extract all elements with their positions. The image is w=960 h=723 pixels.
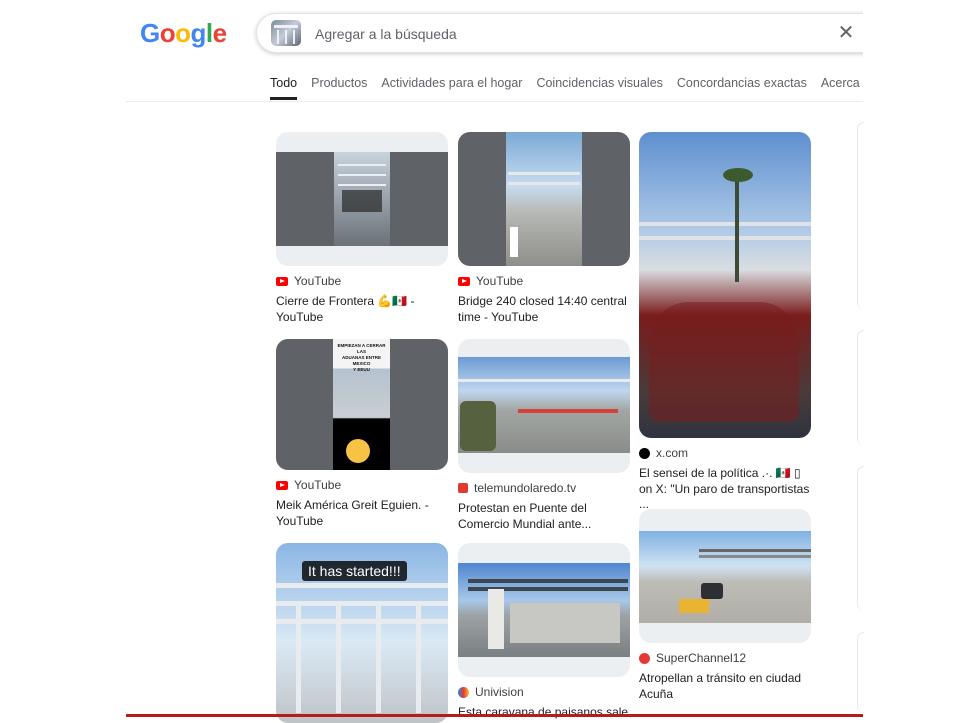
search-image-thumbnail[interactable] — [271, 20, 301, 46]
tab-coincidencias-visuales[interactable]: Coincidencias visuales — [536, 76, 662, 100]
result-card[interactable]: telemundolaredo.tv Protestan en Puente d… — [458, 339, 630, 532]
youtube-icon — [276, 480, 288, 490]
result-thumbnail[interactable] — [458, 339, 630, 473]
result-card[interactable]: EMPIEZAN A CERRAR LAS ADUANAS ENTRE MEXI… — [276, 339, 448, 529]
result-thumbnail[interactable] — [639, 509, 811, 643]
x-icon — [639, 447, 650, 459]
result-title[interactable]: Bridge 240 closed 14:40 central time - Y… — [458, 294, 630, 325]
result-source: SuperChannel12 — [639, 651, 811, 665]
source-name: SuperChannel12 — [656, 651, 747, 665]
youtube-icon — [276, 276, 288, 286]
result-source: YouTube — [276, 274, 448, 288]
search-bar[interactable]: ✕ — [256, 13, 898, 53]
tabs-divider — [126, 101, 863, 102]
result-title[interactable]: Protestan en Puente del Comercio Mundial… — [458, 501, 630, 532]
result-thumbnail[interactable] — [458, 543, 630, 677]
thumbnail-text: EMPIEZAN A CERRAR LAS — [337, 343, 386, 354]
telemundo-icon — [458, 483, 468, 493]
thumbnail-text: ADUANAS ENTRE MEXICO — [341, 355, 381, 366]
bottom-edge-bar — [126, 714, 863, 717]
result-source: Univision — [458, 685, 630, 699]
result-title[interactable]: El sensei de la política .·. 🇲🇽 ▯ on X: … — [639, 466, 811, 513]
result-thumbnail[interactable]: It has started!!! — [276, 543, 448, 723]
google-logo[interactable]: Google — [140, 18, 227, 49]
side-panel-edge — [857, 632, 864, 713]
result-thumbnail[interactable] — [276, 132, 448, 266]
tab-productos[interactable]: Productos — [311, 76, 367, 100]
source-name: YouTube — [294, 274, 342, 288]
thumbnail-text: Y EEUU — [353, 367, 370, 372]
result-card[interactable]: Univision Esta caravana de paisanos sale — [458, 543, 630, 721]
result-thumbnail[interactable]: EMPIEZAN A CERRAR LAS ADUANAS ENTRE MEXI… — [276, 339, 448, 470]
left-gutter — [0, 0, 126, 720]
tab-actividades[interactable]: Actividades para el hogar — [381, 76, 522, 100]
tab-todo[interactable]: Todo — [270, 76, 298, 100]
side-panel-edge — [857, 466, 864, 611]
source-name: x.com — [656, 446, 689, 460]
source-name: YouTube — [476, 274, 524, 288]
tab-acerca[interactable]: Acerca — [821, 76, 860, 100]
result-source: YouTube — [458, 274, 630, 288]
side-panel-edge — [857, 122, 864, 309]
superchannel-icon — [639, 652, 650, 664]
source-name: YouTube — [294, 478, 342, 492]
result-title[interactable]: Atropellan a tránsito en ciudad Acuña — [639, 671, 811, 702]
result-title[interactable]: Cierre de Frontera 💪🇲🇽 - YouTube — [276, 294, 448, 325]
logo-letter: g — [190, 18, 207, 48]
result-thumbnail[interactable] — [639, 132, 811, 438]
result-card[interactable]: x.com El sensei de la política .·. 🇲🇽 ▯ … — [639, 132, 811, 513]
result-source: telemundolaredo.tv — [458, 481, 630, 495]
emoji-icon — [346, 439, 370, 463]
result-card[interactable]: SuperChannel12 Atropellan a tránsito en … — [639, 509, 811, 702]
filter-tabs: Todo Productos Actividades para el hogar Co… — [270, 76, 874, 102]
logo-letter: G — [140, 18, 160, 48]
result-card[interactable]: It has started!!! — [276, 543, 448, 723]
logo-letter: o — [175, 18, 191, 48]
result-card[interactable]: YouTube Cierre de Frontera 💪🇲🇽 - YouTube — [276, 132, 448, 325]
right-gutter — [863, 0, 960, 720]
univision-icon — [458, 686, 469, 698]
tab-concordancias-exactas[interactable]: Concordancias exactas — [677, 76, 807, 100]
search-input[interactable] — [313, 22, 817, 46]
source-name: Univision — [475, 685, 524, 699]
result-title[interactable]: Meik América Greit Eguien. - YouTube — [276, 498, 448, 529]
logo-letter: o — [159, 18, 176, 48]
close-icon[interactable]: ✕ — [835, 22, 857, 44]
result-thumbnail[interactable] — [458, 132, 630, 266]
result-title[interactable]: Esta caravana de paisanos sale — [458, 705, 630, 721]
result-card[interactable]: YouTube Bridge 240 closed 14:40 central … — [458, 132, 630, 325]
side-panel-edge — [857, 330, 864, 445]
result-source: x.com — [639, 446, 811, 460]
thumbnail-caption: It has started!!! — [302, 561, 407, 581]
logo-letter: e — [212, 18, 227, 48]
youtube-icon — [458, 276, 470, 286]
logo-letter: l — [205, 18, 213, 48]
result-source: YouTube — [276, 478, 448, 492]
source-name: telemundolaredo.tv — [474, 481, 577, 495]
